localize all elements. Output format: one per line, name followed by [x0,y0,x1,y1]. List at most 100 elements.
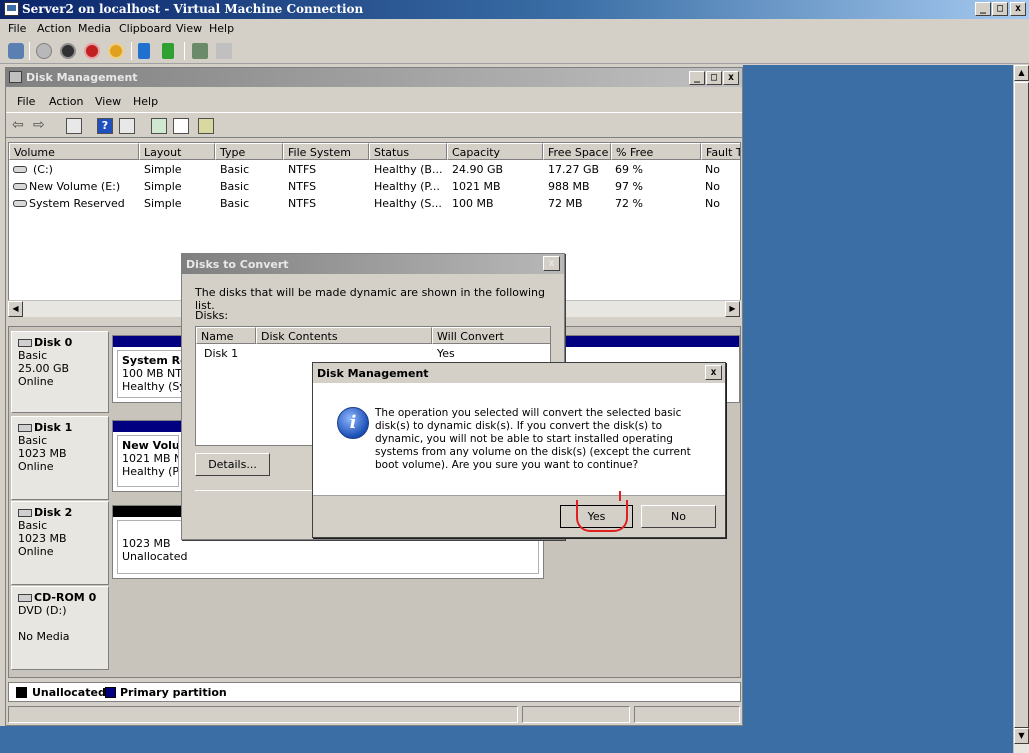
help-icon[interactable]: ? [97,118,113,134]
dm-menu-file[interactable]: File [17,95,35,108]
resume-icon[interactable] [162,43,174,59]
confirm-title-bar[interactable]: Disk Management x [313,363,725,383]
disk-kind: Basic [18,519,48,532]
column-header-layout[interactable]: Layout [139,143,215,160]
primary-swatch [105,687,116,698]
start-icon[interactable] [36,43,52,59]
checklist-icon[interactable] [173,118,189,134]
vm-menu-media[interactable]: Media [78,22,111,35]
disk-name: Disk 0 [34,336,73,349]
vm-window-title: Server2 on localhost - Virtual Machine C… [22,2,364,16]
disk-size: 1023 MB [18,532,67,545]
convert-title-bar[interactable]: Disks to Convert x [182,254,564,274]
volume-fault-tolerance: No [705,197,720,210]
convert-close-button[interactable]: x [543,256,560,271]
disk-size: 1023 MB [18,447,67,460]
dm-menu-action[interactable]: Action [49,95,83,108]
dm-menu-help[interactable]: Help [133,95,158,108]
vm-title-bar[interactable]: Server2 on localhost - Virtual Machine C… [0,0,1029,19]
volume-fault-tolerance: No [705,163,720,176]
dm-window-title: Disk Management [26,71,138,84]
volume-name: System Reserved [29,197,125,210]
save-state-icon[interactable] [108,43,124,59]
volume-file-system: NTFS [288,197,317,210]
volume-file-system: NTFS [288,163,317,176]
disk-1-partition[interactable]: New Volume 1021 MB NTF Healthy (Prim [112,420,184,492]
confirm-message: The operation you selected will convert … [375,407,691,471]
convert-will-convert: Yes [437,347,455,360]
revert-icon[interactable] [216,43,232,59]
column-header-disk-contents[interactable]: Disk Contents [256,327,432,344]
scroll-thumb[interactable] [1014,82,1029,728]
vm-menu-clipboard[interactable]: Clipboard [119,22,172,35]
vm-maximize-button[interactable]: □ [992,2,1008,16]
legend-unallocated: Unallocated [32,686,106,699]
partition-title: New Volume [122,439,179,452]
column-header-file-system[interactable]: File System [283,143,369,160]
vm-close-button[interactable]: x [1010,2,1026,16]
turn-off-icon[interactable] [60,43,76,59]
toolbar-separator [184,42,185,60]
dm-title-bar[interactable]: Disk Management _ □ x [6,68,742,87]
partition-size: 100 MB NTFS [122,367,186,380]
volume-free-space: 17.27 GB [548,163,600,176]
column-header-fault-tolerance[interactable]: Fault T [701,143,740,160]
scroll-up-arrow-icon[interactable]: ▲ [1014,65,1029,81]
vm-menu-bar: File Action Media Clipboard View Help [0,19,1029,38]
dm-maximize-button[interactable]: □ [706,71,722,85]
status-pane [634,706,740,723]
volume-capacity: 100 MB [452,197,494,210]
vm-menu-view[interactable]: View [176,22,202,35]
dm-menu-view[interactable]: View [95,95,121,108]
back-arrow-icon[interactable]: ⇦ [12,118,28,134]
scroll-left-arrow-icon[interactable]: ◀ [8,301,23,317]
disk-kind: Basic [18,434,48,447]
column-header-free-space[interactable]: Free Space [543,143,611,160]
properties-list-icon[interactable] [119,118,135,134]
disk-2-label[interactable]: Disk 2 Basic 1023 MB Online [11,501,109,585]
ctrl-alt-del-icon[interactable] [8,43,24,59]
column-header-volume[interactable]: Volume [9,143,139,160]
dm-minimize-button[interactable]: _ [689,71,705,85]
vm-menu-help[interactable]: Help [209,22,234,35]
disk-name: Disk 1 [34,421,73,434]
show-hide-console-tree-icon[interactable] [66,118,82,134]
desktop-background [743,65,1013,726]
rescan-disks-icon[interactable] [198,118,214,134]
vm-minimize-button[interactable]: _ [975,2,991,16]
disk-kind: Basic [18,349,48,362]
dm-close-button[interactable]: x [723,71,739,85]
column-header-will-convert[interactable]: Will Convert [432,327,550,344]
column-header-capacity[interactable]: Capacity [447,143,543,160]
partition-status: Healthy (Syst [122,380,186,393]
cdrom-0-label[interactable]: CD-ROM 0 DVD (D:) No Media [11,586,109,670]
vm-menu-file[interactable]: File [8,22,26,35]
column-header-type[interactable]: Type [215,143,283,160]
pause-icon[interactable] [138,43,150,59]
volume-fault-tolerance: No [705,180,720,193]
drive-icon [13,166,27,173]
volume-layout: Simple [144,197,182,210]
cdrom-drive: DVD (D:) [18,604,67,617]
disk-0-label[interactable]: Disk 0 Basic 25.00 GB Online [11,331,109,413]
disk-management-confirm-dialog: Disk Management x i The operation you se… [312,362,726,538]
refresh-icon[interactable] [151,118,167,134]
disk-icon [18,424,32,432]
column-header-percent-free[interactable]: % Free [611,143,701,160]
snapshot-icon[interactable] [192,43,208,59]
disk-1-label[interactable]: Disk 1 Basic 1023 MB Online [11,416,109,500]
no-button[interactable]: No [641,505,716,528]
confirm-close-button[interactable]: x [705,365,722,380]
scroll-down-arrow-icon[interactable]: ▼ [1014,728,1029,744]
vm-menu-action[interactable]: Action [37,22,71,35]
details-button[interactable]: Details... [195,453,270,476]
column-header-status[interactable]: Status [369,143,447,160]
shut-down-icon[interactable] [84,43,100,59]
column-header-name[interactable]: Name [196,327,256,344]
cdrom-icon [18,594,32,602]
scroll-right-arrow-icon[interactable]: ▶ [725,301,740,317]
forward-arrow-icon[interactable]: ⇨ [33,118,49,134]
volume-type: Basic [220,180,250,193]
disk-name: CD-ROM 0 [34,591,97,604]
vm-vertical-scrollbar[interactable]: ▲ ▼ [1013,65,1029,753]
